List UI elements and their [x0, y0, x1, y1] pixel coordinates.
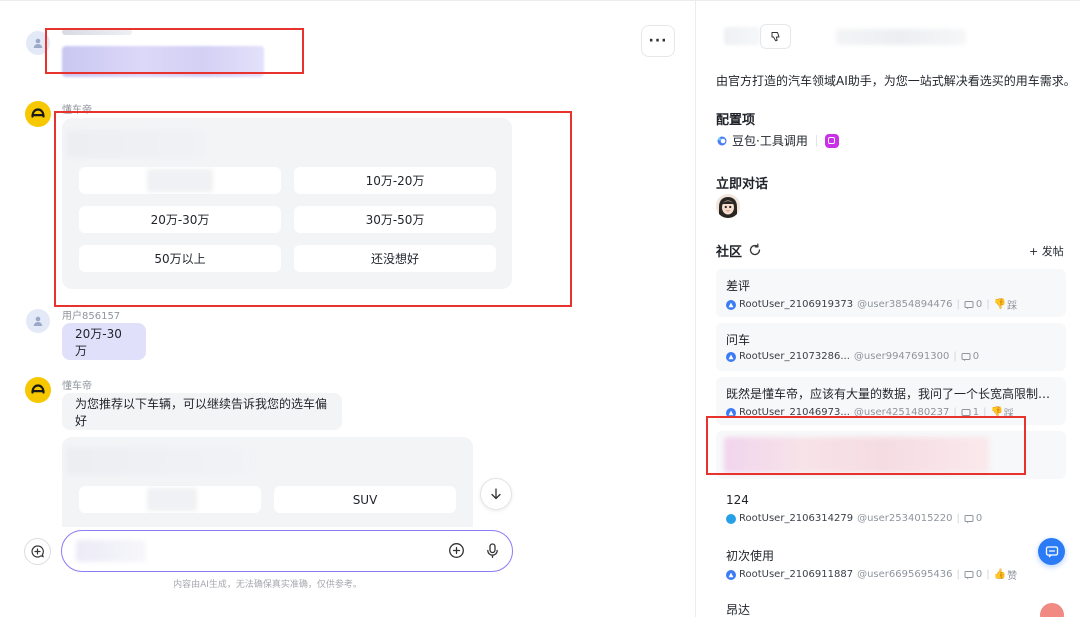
comment-icon [964, 570, 974, 579]
comment-count[interactable]: 0 [964, 569, 982, 580]
budget-option-1[interactable] [79, 167, 281, 194]
bot-avatar-icon [25, 101, 51, 127]
post-item[interactable]: 既然是懂车帝，应该有大量的数据，我问了一个长宽高限制在指... RootUser… [716, 377, 1066, 425]
thumb-down-button[interactable]: 👎 踩 [994, 297, 1017, 312]
post-handle: @user2534015220 [857, 513, 953, 524]
comment-icon [964, 300, 974, 309]
new-post-button[interactable]: + 发帖 [1029, 243, 1064, 259]
blurred-card-title [66, 130, 206, 158]
bot-reply-bubble: 为您推荐以下车辆，可以继续告诉我您的选车偏好 [62, 393, 342, 430]
post-item[interactable]: 昂达 [716, 593, 1066, 617]
post-handle: @user6695695436 [857, 569, 953, 580]
side-pane: 由官方打造的汽车领域AI助手，为您一站式解决看选买的用车需求。 配置项 豆包·工… [695, 1, 1080, 617]
user-reply-bubble: 20万-30万 [62, 323, 146, 360]
blurred-card-title [66, 447, 256, 475]
app-root: 懂车帝 10万-20万 20万-30万 30万-50万 50万以上 还没想好 用… [0, 0, 1080, 617]
talk-avatar[interactable] [716, 194, 740, 218]
config-item[interactable]: 豆包·工具调用 [716, 132, 839, 149]
post-item[interactable]: 差评 RootUser_2106919373 @user3854894476 |… [716, 269, 1066, 317]
config-section-title: 配置项 [716, 113, 756, 128]
new-chat-button[interactable] [24, 538, 51, 565]
bot-name-label: 懂车帝 [62, 105, 92, 116]
post-handle: @user4251480237 [853, 407, 950, 418]
post-handle: @user9947691300 [853, 351, 950, 362]
talk-section-title: 立即对话 [716, 177, 769, 192]
budget-option-4[interactable]: 30万-50万 [294, 206, 496, 233]
comment-icon [964, 514, 974, 523]
scroll-to-bottom-button[interactable] [480, 478, 512, 510]
thumb-up-icon: 👍 [993, 569, 1007, 580]
chat-fab-icon [1045, 545, 1058, 557]
post-item[interactable]: 问车 RootUser_21073286... @user9947691300 … [716, 323, 1066, 371]
dislike-button[interactable] [760, 24, 791, 49]
budget-option-3[interactable]: 20万-30万 [79, 206, 281, 233]
mic-icon[interactable] [484, 542, 501, 559]
budget-option-6[interactable]: 还没想好 [294, 245, 496, 272]
chat-input-box[interactable] [61, 530, 513, 572]
user-badge-icon [726, 299, 736, 310]
user-badge-icon [726, 351, 736, 362]
post-title: 昂达 [726, 603, 751, 617]
post-title: 初次使用 [726, 549, 775, 563]
user-name-label: 用户856157 [62, 311, 121, 322]
arrow-down-icon [491, 488, 501, 500]
refresh-icon[interactable] [748, 242, 762, 256]
post-author: RootUser_21046973... [739, 407, 850, 418]
comment-icon [961, 408, 971, 417]
post-title: 124 [726, 493, 749, 507]
blurred-user-name [62, 29, 132, 35]
post-title: 既然是懂车帝，应该有大量的数据，我问了一个长宽高限制在指... [726, 387, 1061, 401]
thumb-up-button[interactable]: 👍 赞 [994, 567, 1017, 582]
post-item[interactable]: 初次使用 RootUser_2106911887 @user6695695436… [716, 539, 1066, 587]
comment-count[interactable]: 0 [961, 351, 979, 362]
blurred-post-content [724, 437, 989, 473]
blurred-bot-stats [724, 27, 760, 45]
more-options-button[interactable]: ··· [641, 25, 675, 57]
more-icon: ··· [648, 33, 668, 49]
car-type-option-2[interactable]: SUV [274, 486, 456, 513]
car-type-option-1[interactable] [79, 486, 261, 513]
blurred-header-info [836, 29, 966, 45]
post-author: RootUser_2106314279 [739, 513, 854, 524]
feedback-fab-button[interactable] [1038, 538, 1065, 565]
chat-pane: 懂车帝 10万-20万 20万-30万 30万-50万 50万以上 还没想好 用… [0, 1, 695, 617]
user-badge-icon [726, 569, 736, 580]
post-handle: @user3854894476 [857, 299, 953, 310]
comment-icon [961, 352, 971, 361]
budget-option-5[interactable]: 50万以上 [79, 245, 281, 272]
comment-count[interactable]: 0 [964, 299, 982, 310]
budget-option-card: 10万-20万 20万-30万 30万-50万 50万以上 还没想好 [62, 118, 512, 289]
user-badge-icon [726, 513, 736, 524]
post-title: 问车 [726, 333, 751, 347]
dislike-icon [771, 32, 780, 42]
new-chat-icon [31, 545, 44, 558]
bot-avatar-icon [25, 377, 51, 403]
post-item[interactable]: 124 RootUser_2106314279 @user2534015220 … [716, 485, 1066, 533]
bot-description: 由官方打造的汽车领域AI助手，为您一站式解决看选买的用车需求。 [716, 74, 1076, 88]
user-badge-icon [726, 407, 736, 418]
blurred-post-item[interactable] [716, 431, 1066, 479]
plus-circle-icon[interactable] [448, 542, 465, 559]
car-type-card: SUV [62, 437, 473, 527]
post-author: RootUser_2106911887 [739, 569, 854, 580]
user-avatar-icon [26, 309, 50, 333]
comment-count[interactable]: 0 [964, 513, 982, 524]
post-title: 差评 [726, 279, 751, 293]
thumb-down-button[interactable]: 👎 踩 [990, 405, 1013, 420]
config-item-label: 豆包·工具调用 [732, 134, 808, 148]
doubao-icon [717, 136, 727, 145]
ai-disclaimer: 内容由AI生成，无法确保真实准确，仅供参考。 [173, 580, 362, 590]
bot-name-label: 懂车帝 [62, 381, 92, 392]
user-avatar-icon [26, 31, 50, 55]
post-author: RootUser_21073286... [739, 351, 850, 362]
chat-input[interactable] [108, 540, 428, 562]
post-author: RootUser_2106919373 [739, 299, 854, 310]
blurred-user-message [62, 46, 264, 77]
thumb-down-icon: 👎 [993, 299, 1007, 310]
community-section-title: 社区 [716, 245, 743, 260]
plugin-icon [824, 133, 839, 148]
thumb-down-icon: 👎 [990, 407, 1003, 418]
budget-option-2[interactable]: 10万-20万 [294, 167, 496, 194]
comment-count[interactable]: 1 [961, 407, 979, 418]
